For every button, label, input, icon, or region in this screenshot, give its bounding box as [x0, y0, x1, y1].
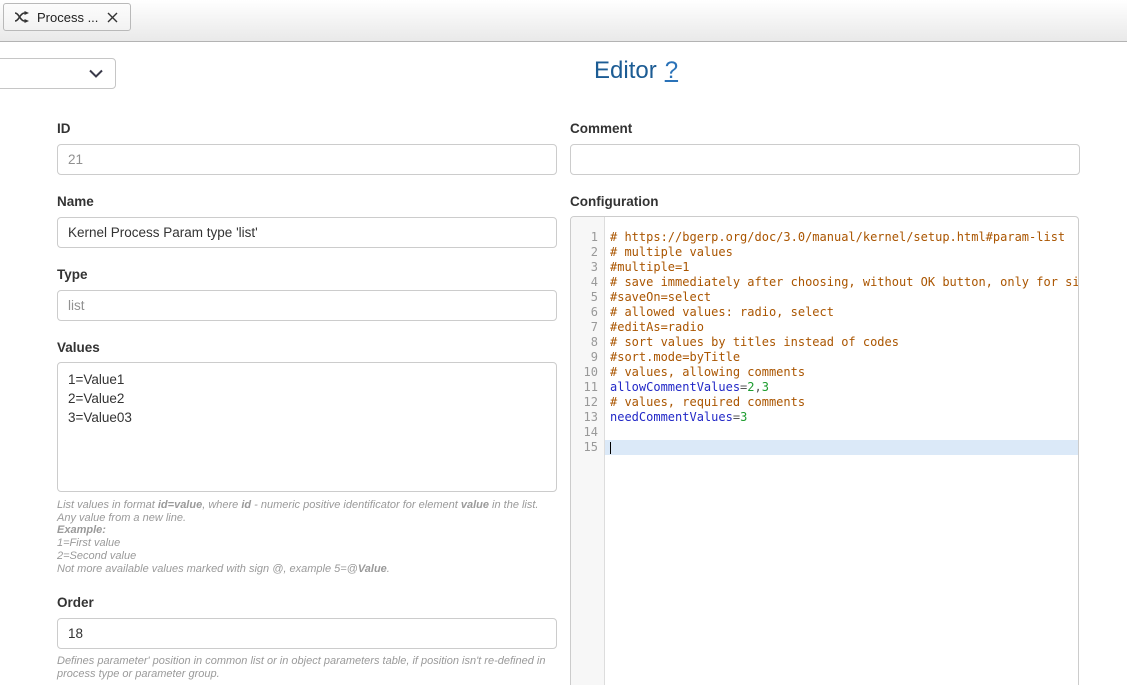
- parameter-type-select[interactable]: [0, 58, 116, 89]
- code-lines[interactable]: # https://bgerp.org/doc/3.0/manual/kerne…: [605, 217, 1078, 685]
- tab-process[interactable]: Process ...: [3, 3, 131, 31]
- comment-label: Comment: [570, 120, 1080, 137]
- configuration-editor[interactable]: 123456789101112131415 # https://bgerp.or…: [570, 216, 1079, 685]
- name-label: Name: [57, 193, 557, 210]
- name-field[interactable]: [57, 217, 557, 248]
- tab-bar: Process ...: [0, 0, 1127, 42]
- code-gutter: 123456789101112131415: [571, 217, 605, 685]
- values-label: Values: [57, 339, 557, 356]
- order-help-text: Defines parameter' position in common li…: [57, 655, 557, 680]
- order-label: Order: [57, 594, 557, 611]
- values-field[interactable]: 1=Value1 2=Value2 3=Value03: [57, 362, 557, 492]
- type-field[interactable]: [57, 290, 557, 321]
- order-field[interactable]: [57, 618, 557, 649]
- form-left-column: ID Name Type Values 1=Value1 2=Value2 3=…: [57, 113, 557, 681]
- page-title-text: Editor: [594, 57, 657, 84]
- tab-label: Process ...: [37, 10, 98, 25]
- values-help-text: List values in format id=value, where id…: [57, 499, 557, 575]
- shuffle-icon: [14, 11, 30, 23]
- comment-field[interactable]: [570, 144, 1080, 175]
- id-field[interactable]: [57, 144, 557, 175]
- form-right-column: Comment Configuration 123456789101112131…: [570, 113, 1080, 685]
- chevron-down-icon: [89, 65, 103, 83]
- type-label: Type: [57, 266, 557, 283]
- help-link[interactable]: ?: [665, 57, 678, 84]
- tab-close-icon[interactable]: [105, 10, 120, 25]
- editor-page: Process ... Editor? ID Name Type Values …: [0, 0, 1127, 685]
- page-title: Editor?: [594, 57, 678, 85]
- configuration-label: Configuration: [570, 193, 1080, 210]
- id-label: ID: [57, 120, 557, 137]
